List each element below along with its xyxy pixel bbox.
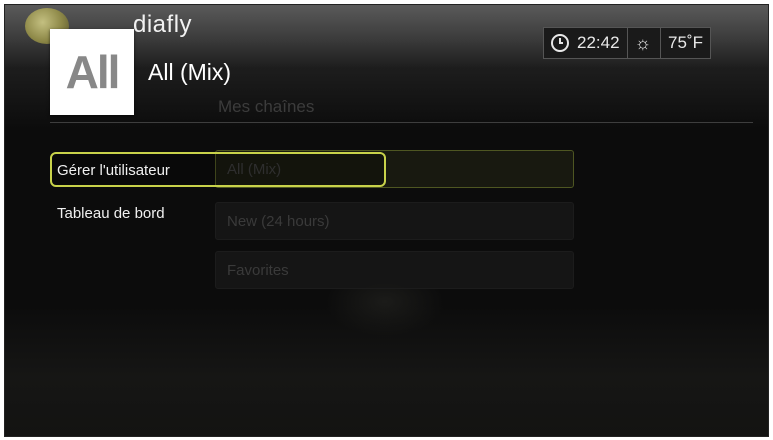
weather-widget: ☼ bbox=[628, 28, 661, 58]
menu-item-manage-user[interactable]: Gérer l'utilisateur bbox=[57, 163, 170, 178]
clock-icon bbox=[551, 34, 569, 52]
clock-widget: 22:42 bbox=[544, 28, 627, 58]
section-title: Mes chaînes bbox=[218, 97, 315, 116]
page-title: All (Mix) bbox=[148, 59, 232, 85]
channel-item-label: New (24 hours) bbox=[227, 212, 330, 230]
app-screen: diafly 22:42 ☼ 75˚F All All (Mix) Mes ch… bbox=[5, 5, 768, 436]
channel-thumbnail: All bbox=[50, 29, 134, 115]
channel-item-new-24-hours[interactable]: New (24 hours) bbox=[215, 202, 574, 240]
channel-item-favorites[interactable]: Favorites bbox=[215, 251, 574, 289]
channel-item-label: Favorites bbox=[227, 261, 289, 279]
temperature-widget: 75˚F bbox=[661, 28, 710, 58]
thumbnail-label: All bbox=[65, 46, 121, 98]
temperature-value: 75˚F bbox=[668, 33, 704, 52]
menu-item-dashboard[interactable]: Tableau de bord bbox=[57, 206, 165, 221]
header-divider bbox=[50, 122, 753, 123]
sun-icon: ☼ bbox=[634, 32, 652, 53]
brand-logo: diafly bbox=[133, 11, 193, 38]
clock-time: 22:42 bbox=[577, 33, 620, 52]
status-bar: 22:42 ☼ 75˚F bbox=[543, 27, 712, 59]
background-image bbox=[5, 305, 768, 436]
